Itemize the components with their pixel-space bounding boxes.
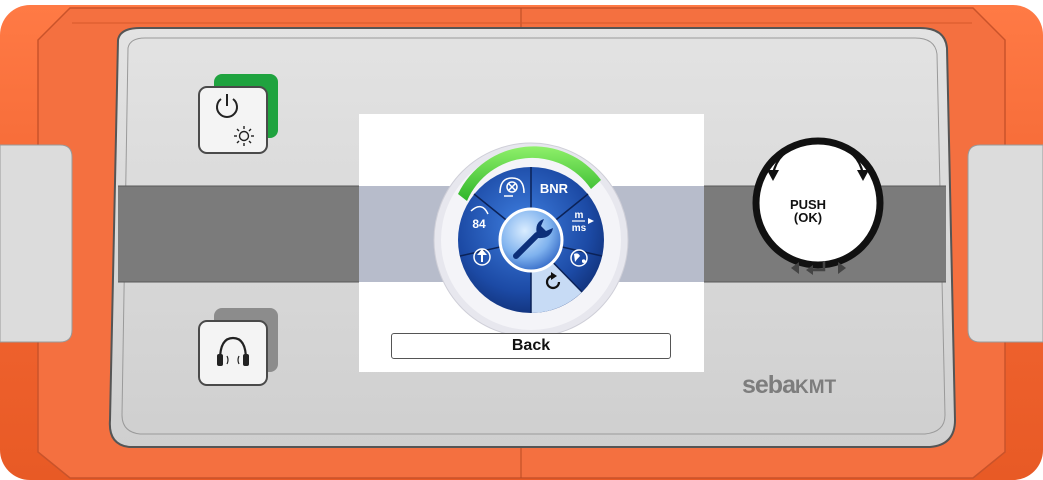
brand-logo: sebaKMT — [742, 371, 836, 400]
units-label-bottom: ms — [572, 223, 587, 234]
brand-logo-prefix: seba — [742, 371, 796, 399]
ear-level-label: 84 — [472, 217, 486, 231]
bnr-label: BNR — [540, 181, 569, 196]
units-label-top: m — [575, 210, 584, 221]
menu-wheel: BNR m ms 84 — [433, 142, 629, 338]
push-label-line2: (OK) — [793, 210, 823, 225]
device-panel: BNR m ms 84 — [0, 5, 1043, 480]
brand-logo-suffix: KMT — [794, 377, 837, 398]
back-label: Back — [511, 337, 551, 354]
menu-segment-bnr[interactable]: BNR — [540, 181, 569, 196]
push-ok-label: PUSH (OK) — [768, 198, 848, 224]
back-button[interactable]: Back — [391, 333, 671, 359]
